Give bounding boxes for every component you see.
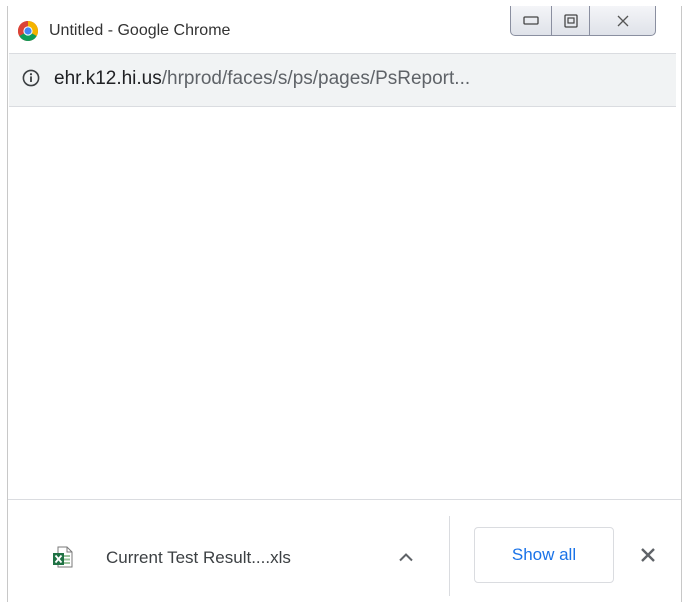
close-icon <box>617 15 628 26</box>
chevron-up-icon <box>399 553 413 562</box>
download-shelf-divider <box>449 516 450 596</box>
window-controls <box>510 6 656 36</box>
download-filename: Current Test Result....xls <box>106 548 291 567</box>
address-bar[interactable]: ehr.k12.hi.us/hrprod/faces/s/ps/pages/Ps… <box>9 53 676 107</box>
chrome-popup-window: Untitled - Google Chrome ehr.k12.hi.us/h… <box>7 6 682 602</box>
download-menu-button[interactable] <box>393 547 419 567</box>
show-all-button[interactable]: Show all <box>474 527 614 583</box>
close-download-shelf-icon[interactable] <box>638 545 658 565</box>
minimize-icon <box>523 15 539 25</box>
minimize-button[interactable] <box>510 6 552 36</box>
page-content <box>8 107 681 504</box>
url-path: /hrprod/faces/s/ps/pages/PsReport... <box>161 68 471 89</box>
close-window-button[interactable] <box>590 6 656 36</box>
chrome-logo-icon <box>18 21 38 41</box>
excel-file-icon <box>53 546 73 568</box>
window-title: Untitled - Google Chrome <box>49 22 231 39</box>
info-icon[interactable] <box>22 69 40 87</box>
title-bar[interactable]: Untitled - Google Chrome <box>8 6 681 52</box>
download-item[interactable]: Current Test Result....xls <box>38 528 418 584</box>
maximize-button[interactable] <box>552 6 590 36</box>
url-host: ehr.k12.hi.us <box>54 68 162 89</box>
maximize-icon <box>563 13 578 28</box>
download-shelf: Current Test Result....xls Show all <box>8 499 681 602</box>
url-text[interactable]: ehr.k12.hi.us/hrprod/faces/s/ps/pages/Ps… <box>54 68 470 90</box>
